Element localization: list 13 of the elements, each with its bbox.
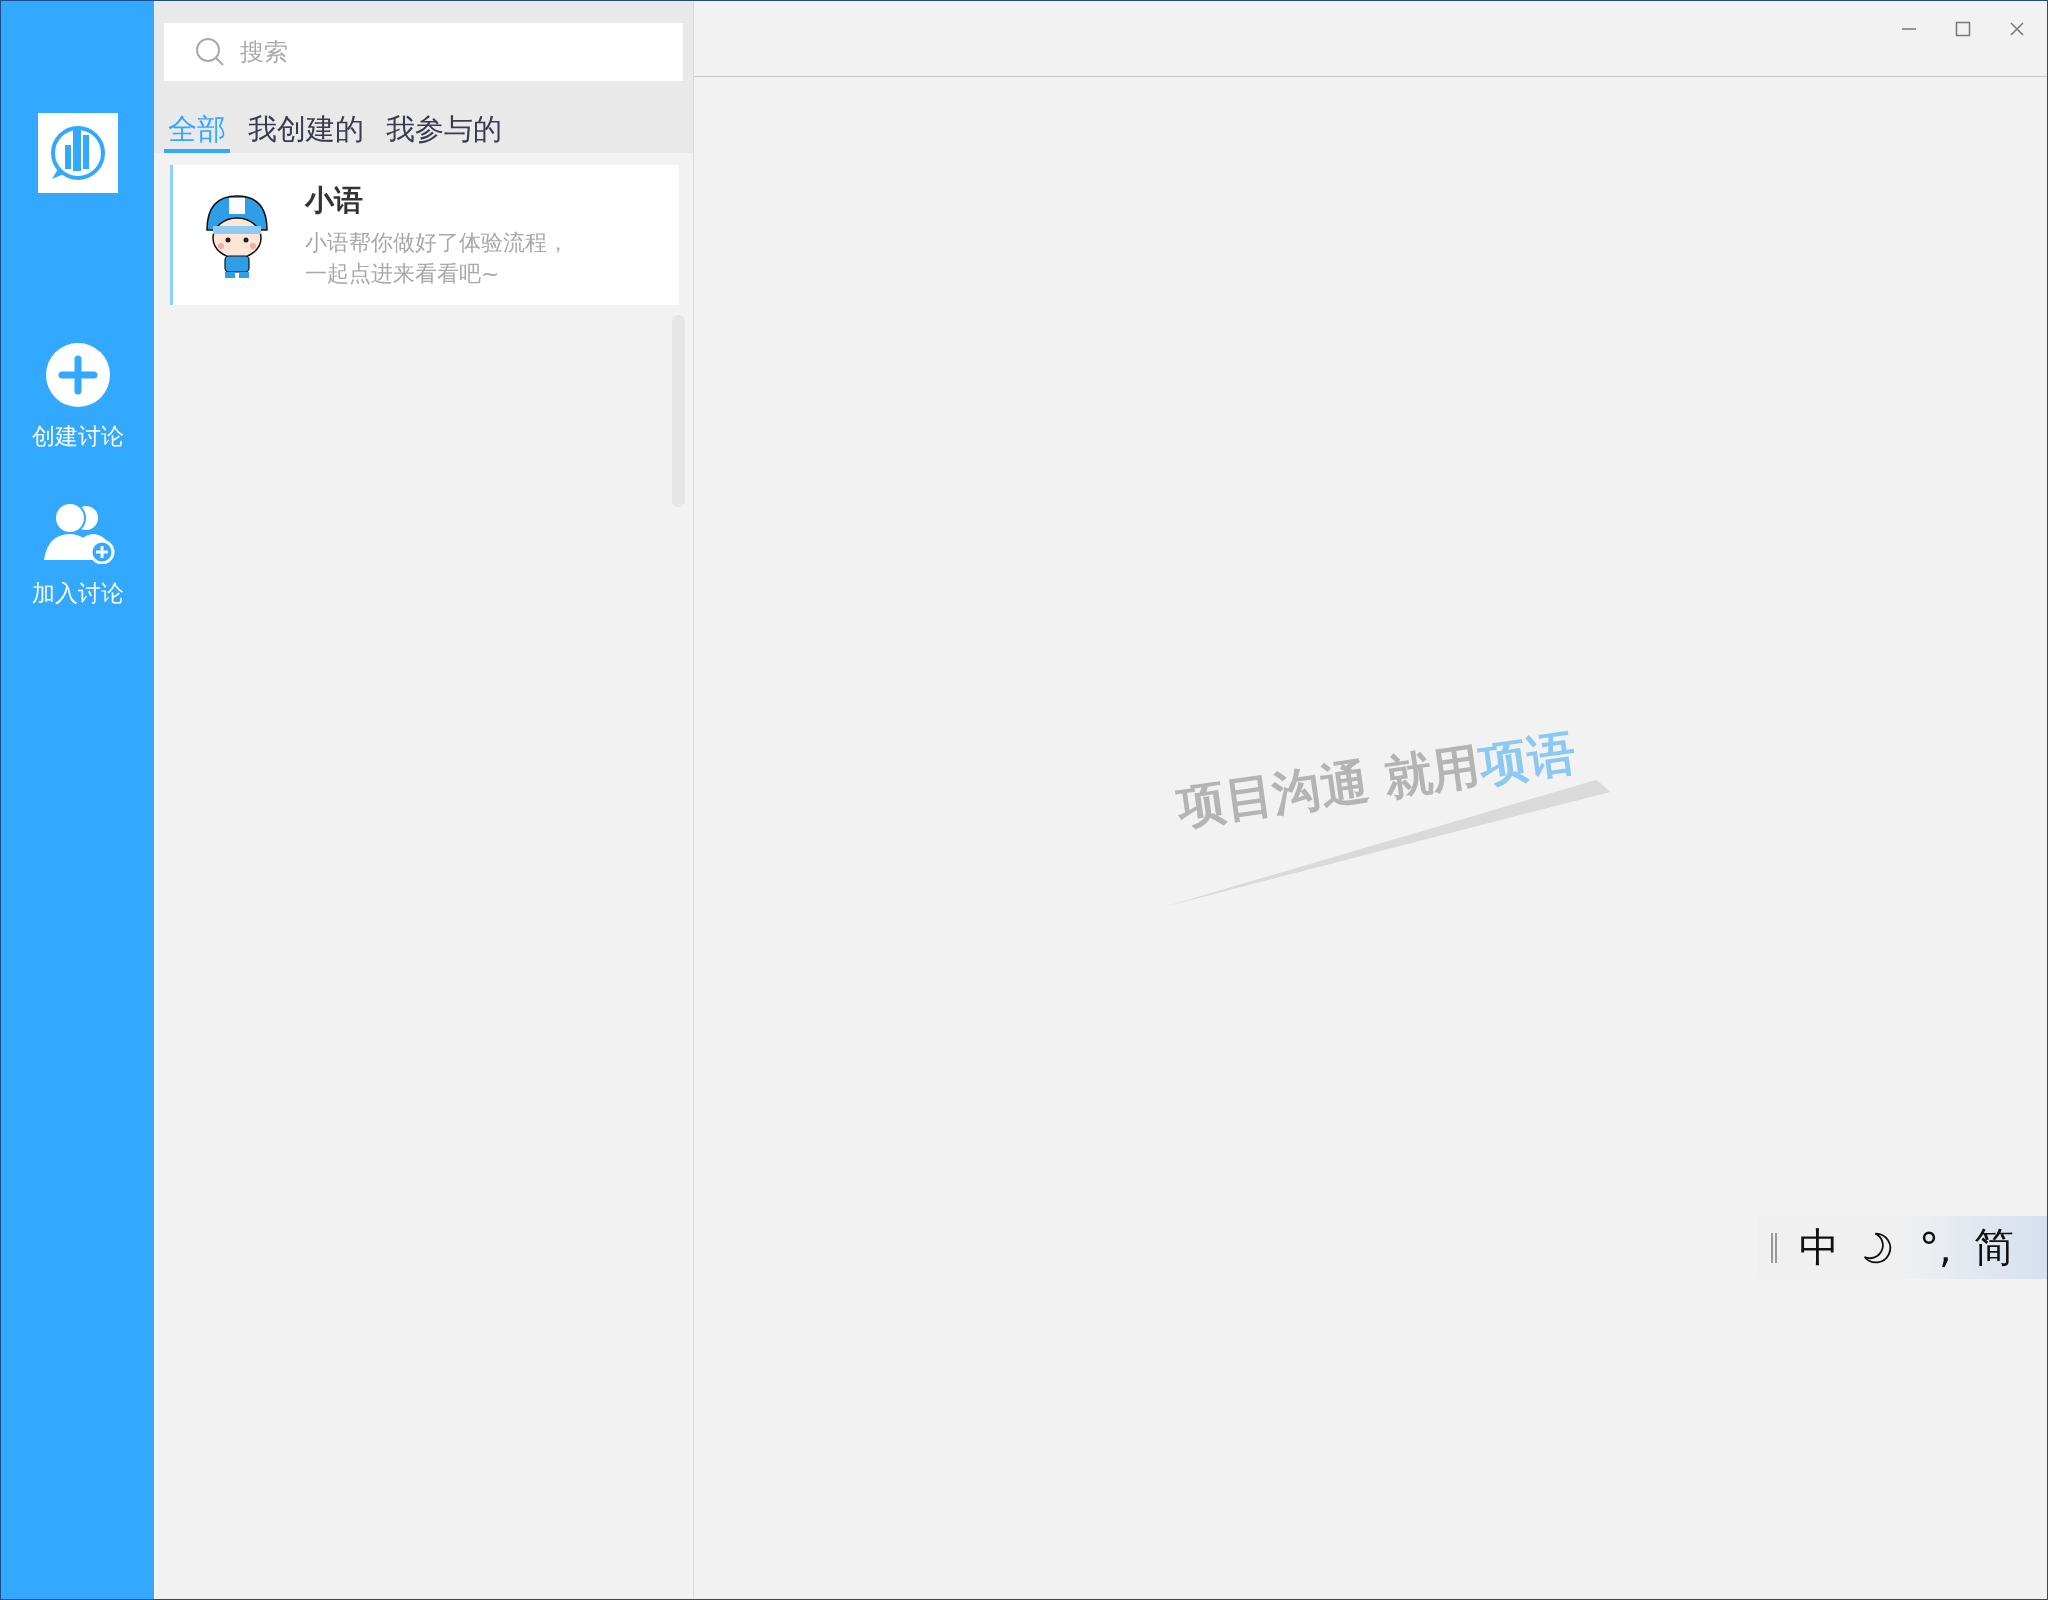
conversation-preview: 小语帮你做好了体验流程，	[305, 229, 569, 257]
search-field[interactable]: 搜索	[164, 23, 683, 81]
conversation-name: 小语	[305, 182, 364, 219]
plus-circle-icon	[45, 343, 110, 407]
punctuation-toggle[interactable]: °,	[1919, 1224, 1952, 1271]
conversation-item[interactable]: 小语 小语帮你做好了体验流程， 一起点进来看看吧~	[170, 165, 679, 305]
filter-tab[interactable]: 我创建的	[244, 109, 368, 153]
grip-handle[interactable]	[1771, 1232, 1777, 1263]
charset-toggle[interactable]: 简	[1973, 1220, 2014, 1275]
app-logo-icon	[37, 113, 118, 193]
conversation-preview: 一起点进来看看吧~	[305, 260, 501, 288]
ime-mode-toggle[interactable]: 中	[1799, 1220, 1839, 1275]
filter-tab[interactable]: 我参与的	[382, 109, 506, 153]
